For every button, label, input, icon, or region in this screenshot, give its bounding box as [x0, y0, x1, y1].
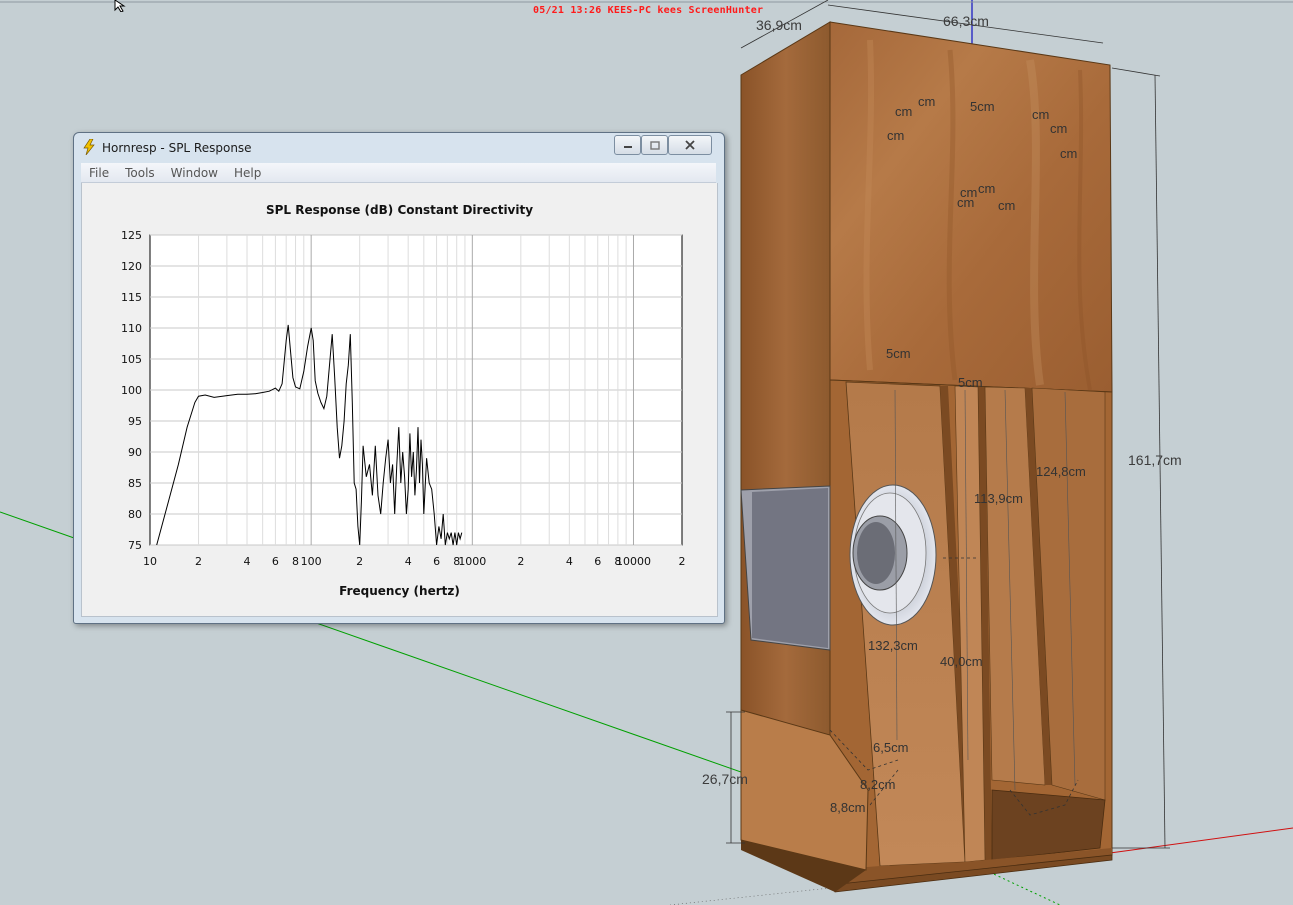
dim-40-0: 40,0cm: [940, 654, 983, 669]
y-tick-label: 125: [121, 229, 142, 242]
y-tick-label: 105: [121, 353, 142, 366]
y-tick-label: 120: [121, 260, 142, 273]
lightning-icon: [83, 139, 95, 155]
red-axis-line: [1109, 827, 1293, 854]
maximize-icon: [649, 140, 660, 150]
x-tick-label: 10000: [616, 555, 651, 568]
minimize-icon: [623, 146, 632, 148]
menu-bar: File Tools Window Help: [81, 163, 716, 183]
x-tick-label: 6: [594, 555, 601, 568]
dim-cm-8: cm: [978, 181, 995, 196]
dim-124-8: 124,8cm: [1036, 464, 1086, 479]
maximize-button[interactable]: [641, 135, 668, 155]
dim-113-9: 113,9cm: [974, 491, 1023, 506]
y-tick-label: 115: [121, 291, 142, 304]
dim-cm-6: cm: [1060, 146, 1077, 161]
hornresp-window[interactable]: Hornresp - SPL Response File Tools Windo…: [73, 132, 725, 624]
x-tick-label: 100: [301, 555, 322, 568]
x-tick-label: 4: [405, 555, 412, 568]
y-tick-label: 95: [128, 415, 142, 428]
x-tick-label: 2: [679, 555, 686, 568]
x-tick-label: 10: [143, 555, 157, 568]
dim-5-a: 5cm: [970, 99, 995, 114]
minimize-button[interactable]: [614, 135, 641, 155]
x-tick-label: 6: [433, 555, 440, 568]
dim-height: 161,7cm: [1128, 452, 1182, 468]
y-tick-label: 90: [128, 446, 142, 459]
x-tick-label: 4: [244, 555, 251, 568]
dim-cm-10: cm: [998, 198, 1015, 213]
dim-8-8: 8,8cm: [830, 800, 865, 815]
dim-cm-5: cm: [1050, 121, 1067, 136]
menu-file[interactable]: File: [81, 166, 117, 180]
dim-cm-4: cm: [1032, 107, 1049, 122]
menu-help[interactable]: Help: [226, 166, 269, 180]
spl-chart: 7580859095100105110115120125 10 2 4 6 8 100 2 4…: [121, 229, 686, 568]
x-tick-label: 8: [292, 555, 299, 568]
close-button[interactable]: [668, 135, 712, 155]
screenhunter-watermark: 05/21 13:26 KEES-PC kees ScreenHunter: [533, 5, 764, 16]
y-tick-label: 80: [128, 508, 142, 521]
dim-5-b: 5cm: [886, 346, 911, 361]
y-tick-label: 75: [128, 539, 142, 552]
window-title: Hornresp - SPL Response: [102, 141, 252, 155]
menu-window[interactable]: Window: [163, 166, 226, 180]
x-tick-label: 2: [517, 555, 524, 568]
dim-cm-9: cm: [957, 195, 974, 210]
x-tick-label: 2: [195, 555, 202, 568]
menu-tools[interactable]: Tools: [117, 166, 163, 180]
chart-area: SPL Response (dB) Constant Directivity 7…: [81, 183, 718, 617]
title-bar[interactable]: Hornresp - SPL Response: [74, 133, 724, 163]
dim-5-c: 5cm: [958, 375, 983, 390]
dim-26-7: 26,7cm: [702, 771, 748, 787]
dim-cm-3: cm: [887, 128, 904, 143]
x-tick-label: 1000: [458, 555, 486, 568]
dim-8-2: 8,2cm: [860, 777, 895, 792]
y-tick-label: 110: [121, 322, 142, 335]
dim-width: 66,3cm: [943, 13, 989, 29]
x-tick-label: 6: [272, 555, 279, 568]
dim-cm-2: cm: [918, 94, 935, 109]
x-axis-label: Frequency (hertz): [339, 584, 460, 598]
y-tick-label: 85: [128, 477, 142, 490]
dim-cm-1: cm: [895, 104, 912, 119]
dim-6-5: 6,5cm: [873, 740, 908, 755]
y-tick-label: 100: [121, 384, 142, 397]
mouse-cursor-icon: [114, 0, 126, 12]
x-tick-label: 2: [356, 555, 363, 568]
dim-depth: 36,9cm: [756, 17, 802, 33]
dim-132-3: 132,3cm: [868, 638, 918, 653]
x-tick-label: 4: [566, 555, 573, 568]
close-icon: [685, 140, 695, 150]
